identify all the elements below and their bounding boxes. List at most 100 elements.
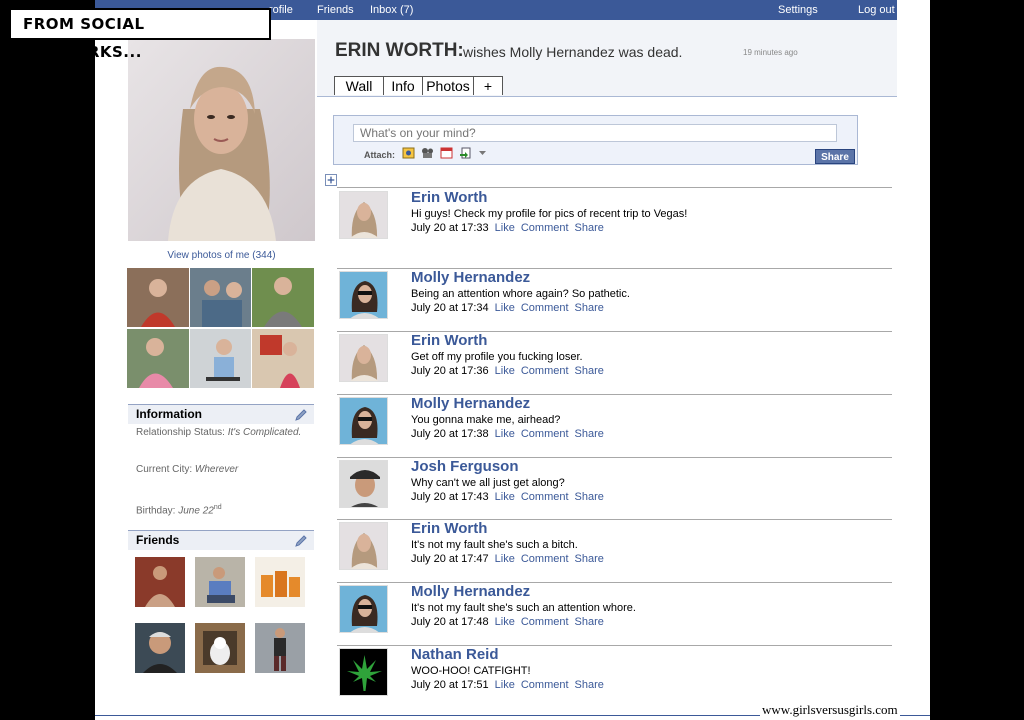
status-timestamp: 19 minutes ago — [743, 48, 798, 57]
post-time: July 20 at 17:43 — [411, 491, 489, 503]
avatar[interactable] — [339, 334, 388, 382]
share-link[interactable]: Share — [575, 553, 604, 565]
share-link[interactable]: Share — [575, 302, 604, 314]
share-link[interactable]: Share — [575, 365, 604, 377]
photo-mosaic — [127, 268, 314, 388]
avatar[interactable] — [339, 191, 388, 239]
comment-link[interactable]: Comment — [521, 302, 569, 314]
attach-event-icon[interactable] — [440, 147, 453, 159]
friend-thumbnail[interactable] — [195, 557, 245, 607]
attach-video-icon[interactable] — [421, 147, 434, 159]
post-meta: July 20 at 17:33 Like Comment Share — [411, 222, 604, 234]
friend-thumbnail[interactable] — [135, 557, 185, 607]
like-link[interactable]: Like — [495, 428, 515, 440]
profile-page: rofile Friends Inbox (7) Settings Log ou… — [95, 0, 930, 720]
like-link[interactable]: Like — [495, 679, 515, 691]
avatar[interactable] — [339, 397, 388, 445]
profile-photo[interactable] — [128, 39, 315, 241]
avatar[interactable] — [339, 522, 388, 570]
tab-wall[interactable]: Wall — [334, 76, 384, 95]
post-author[interactable]: Erin Worth — [411, 332, 487, 349]
feed-post: Molly Hernandez It's not my fault she's … — [339, 583, 889, 645]
comment-link[interactable]: Comment — [521, 616, 569, 628]
mosaic-photo[interactable] — [189, 268, 252, 328]
share-link[interactable]: Share — [575, 222, 604, 234]
tab-add[interactable]: + — [473, 76, 503, 95]
nav-inbox-link[interactable]: Inbox (7) — [370, 4, 413, 16]
mosaic-photo[interactable] — [252, 328, 314, 389]
post-meta: July 20 at 17:43 Like Comment Share — [411, 491, 604, 503]
like-link[interactable]: Like — [495, 365, 515, 377]
like-link[interactable]: Like — [495, 616, 515, 628]
comment-link[interactable]: Comment — [521, 222, 569, 234]
feed-post: Erin Worth It's not my fault she's such … — [339, 520, 889, 582]
like-link[interactable]: Like — [495, 222, 515, 234]
like-link[interactable]: Like — [495, 491, 515, 503]
tab-photos[interactable]: Photos — [422, 76, 474, 95]
post-time: July 20 at 17:34 — [411, 302, 489, 314]
comment-link[interactable]: Comment — [521, 365, 569, 377]
share-link[interactable]: Share — [575, 428, 604, 440]
nav-settings-link[interactable]: Settings — [778, 4, 818, 16]
attach-link-icon[interactable] — [459, 147, 472, 159]
post-author[interactable]: Erin Worth — [411, 520, 487, 537]
information-section-header: Information — [128, 404, 314, 424]
expand-icon[interactable] — [325, 174, 337, 186]
share-link[interactable]: Share — [575, 616, 604, 628]
post-time: July 20 at 17:47 — [411, 553, 489, 565]
post-time: July 20 at 17:51 — [411, 679, 489, 691]
post-time: July 20 at 17:48 — [411, 616, 489, 628]
feed-post: Nathan Reid WOO-HOO! CATFIGHT! July 20 a… — [339, 646, 889, 708]
nav-logout-link[interactable]: Log out — [858, 4, 895, 16]
chevron-down-icon[interactable] — [478, 147, 487, 159]
nav-profile-link[interactable]: rofile — [269, 4, 293, 16]
share-link[interactable]: Share — [575, 679, 604, 691]
friend-thumbnail[interactable] — [255, 557, 305, 607]
birthday: Birthday: June 22nd — [136, 504, 222, 517]
avatar[interactable] — [339, 271, 388, 319]
mosaic-photo[interactable] — [252, 268, 314, 328]
mosaic-photo[interactable] — [189, 328, 252, 389]
status-input[interactable] — [353, 124, 837, 142]
nav-friends-link[interactable]: Friends — [317, 4, 354, 16]
like-link[interactable]: Like — [495, 553, 515, 565]
feed-post: Molly Hernandez Being an attention whore… — [339, 269, 889, 331]
tab-info[interactable]: Info — [383, 76, 423, 95]
feed-post: Erin Worth Hi guys! Check my profile for… — [339, 189, 889, 251]
avatar[interactable] — [339, 585, 388, 633]
friend-thumbnail[interactable] — [195, 623, 245, 673]
post-author[interactable]: Molly Hernandez — [411, 583, 530, 600]
post-author[interactable]: Nathan Reid — [411, 646, 499, 663]
like-link[interactable]: Like — [495, 302, 515, 314]
comment-link[interactable]: Comment — [521, 553, 569, 565]
post-author[interactable]: Josh Ferguson — [411, 458, 519, 475]
mosaic-photo[interactable] — [127, 268, 189, 328]
attach-photo-icon[interactable] — [402, 147, 415, 159]
post-message: Being an attention whore again? So pathe… — [411, 288, 630, 300]
pencil-icon[interactable] — [294, 408, 308, 422]
post-meta: July 20 at 17:47 Like Comment Share — [411, 553, 604, 565]
post-meta: July 20 at 17:36 Like Comment Share — [411, 365, 604, 377]
feed-post: Molly Hernandez You gonna make me, airhe… — [339, 395, 889, 457]
feed-post: Erin Worth Get off my profile you fuckin… — [339, 332, 889, 394]
post-meta: July 20 at 17:48 Like Comment Share — [411, 616, 604, 628]
share-button[interactable]: Share — [815, 149, 855, 164]
comment-link[interactable]: Comment — [521, 491, 569, 503]
status-text: wishes Molly Hernandez was dead. — [463, 44, 683, 60]
view-photos-link[interactable]: View photos of me (344) — [128, 250, 315, 261]
mosaic-photo[interactable] — [127, 328, 189, 389]
profile-name: ERIN WORTH: — [335, 40, 464, 61]
post-author[interactable]: Molly Hernandez — [411, 269, 530, 286]
friend-thumbnail[interactable] — [135, 623, 185, 673]
avatar[interactable] — [339, 460, 388, 508]
post-author[interactable]: Molly Hernandez — [411, 395, 530, 412]
avatar[interactable] — [339, 648, 388, 696]
comment-link[interactable]: Comment — [521, 428, 569, 440]
post-author[interactable]: Erin Worth — [411, 189, 487, 206]
comment-link[interactable]: Comment — [521, 679, 569, 691]
post-message: It's not my fault she's such an attentio… — [411, 602, 636, 614]
share-link[interactable]: Share — [575, 491, 604, 503]
post-time: July 20 at 17:36 — [411, 365, 489, 377]
pencil-icon[interactable] — [294, 534, 308, 548]
friend-thumbnail[interactable] — [255, 623, 305, 673]
